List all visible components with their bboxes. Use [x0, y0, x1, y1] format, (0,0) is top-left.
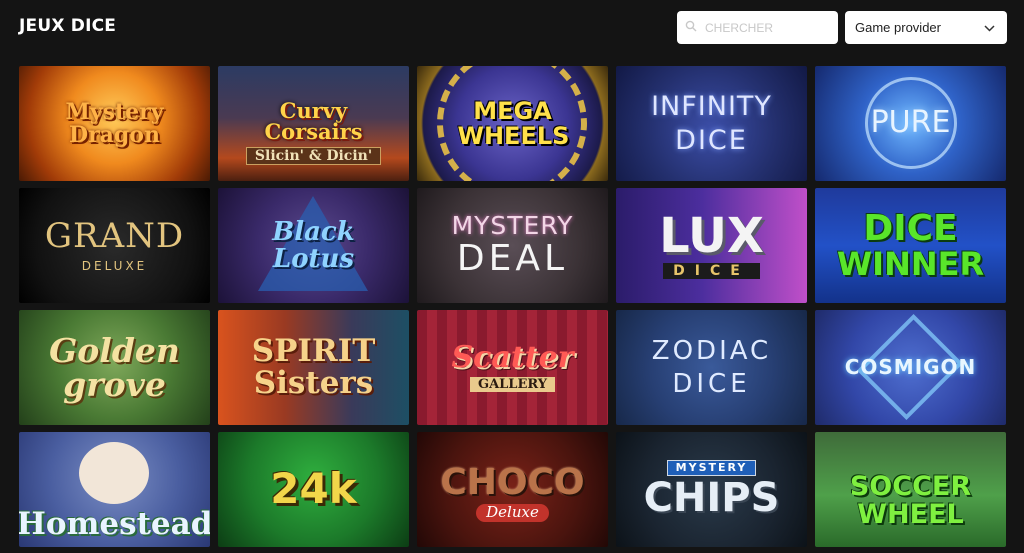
game-subtitle: DICE [675, 124, 748, 156]
game-title: COSMIGON [844, 355, 977, 380]
game-subtitle: GALLERY [469, 377, 556, 393]
game-subtitle: WINNER [836, 244, 985, 283]
game-title: GRAND [44, 216, 185, 257]
game-subtitle: Deluxe [476, 504, 549, 522]
game-tile[interactable]: MEGA WHEELS [417, 66, 608, 181]
game-tile[interactable]: LUX DICE [616, 188, 807, 303]
search-box[interactable] [677, 11, 838, 44]
games-grid: Mystery Dragon Curvy Corsairs Slicin' & … [19, 66, 1006, 547]
page-title: JEUX DICE [19, 16, 117, 36]
game-tile[interactable]: COSMIGON [815, 310, 1006, 425]
game-title: MYSTERY [451, 211, 574, 241]
game-tile[interactable]: ZODIAC DICE [616, 310, 807, 425]
game-title: Golden grove [49, 330, 180, 404]
search-input[interactable] [703, 19, 827, 36]
game-title: Mystery Dragon [65, 99, 164, 148]
game-tile[interactable]: Curvy Corsairs Slicin' & Dicin' [218, 66, 409, 181]
game-tile[interactable]: PURE [815, 66, 1006, 181]
game-tile[interactable]: Mystery Dragon [19, 66, 210, 181]
game-tile[interactable]: DICE WINNER [815, 188, 1006, 303]
game-tile[interactable]: MYSTERY DEAL [417, 188, 608, 303]
game-subtitle: Slicin' & Dicin' [245, 146, 382, 166]
game-title: SPIRIT Sisters [251, 332, 376, 401]
game-tile[interactable]: INFINITY DICE [616, 66, 807, 181]
game-title: SOCCER [849, 470, 972, 502]
game-title: DICE [863, 207, 958, 249]
game-title: INFINITY [651, 90, 772, 122]
game-provider-value: Game provider [855, 20, 941, 35]
game-tile[interactable]: Scatter GALLERY [417, 310, 608, 425]
game-title: CHOCO [440, 462, 585, 504]
game-tile[interactable]: 24k [218, 432, 409, 547]
game-title: Scatter [451, 339, 574, 375]
game-title: CHIPS [643, 474, 780, 521]
game-title: LUX [659, 207, 764, 264]
game-tile[interactable]: MYSTERY CHIPS [616, 432, 807, 547]
game-tile[interactable]: SOCCER WHEEL [815, 432, 1006, 547]
game-title: PURE [870, 105, 951, 141]
bear-character [79, 442, 149, 504]
game-provider-select[interactable]: Game provider [845, 11, 1007, 44]
game-tile[interactable]: SPIRIT Sisters [218, 310, 409, 425]
game-title: Curvy Corsairs [264, 97, 363, 145]
game-subtitle: DEAL [456, 237, 569, 279]
game-subtitle: DICE [663, 262, 760, 280]
game-subtitle: MYSTERY [666, 460, 757, 476]
game-subtitle: DICE [672, 368, 751, 399]
game-tile[interactable]: Golden grove [19, 310, 210, 425]
game-tile[interactable]: GRAND DELUXE [19, 188, 210, 303]
game-subtitle: DELUXE [81, 258, 148, 273]
game-tile[interactable]: CHOCO Deluxe [417, 432, 608, 547]
search-icon [685, 19, 697, 37]
game-title: ZODIAC [651, 335, 772, 366]
chevron-down-icon [984, 20, 995, 35]
game-title: 24k [270, 464, 357, 514]
game-subtitle: WHEEL [857, 498, 964, 530]
game-tile[interactable]: Black Lotus [218, 188, 409, 303]
game-title: Black Lotus [272, 216, 355, 274]
game-title: Homestead [19, 506, 210, 543]
game-tile[interactable]: Homestead [19, 432, 210, 547]
game-title: MEGA WHEELS [457, 97, 570, 150]
